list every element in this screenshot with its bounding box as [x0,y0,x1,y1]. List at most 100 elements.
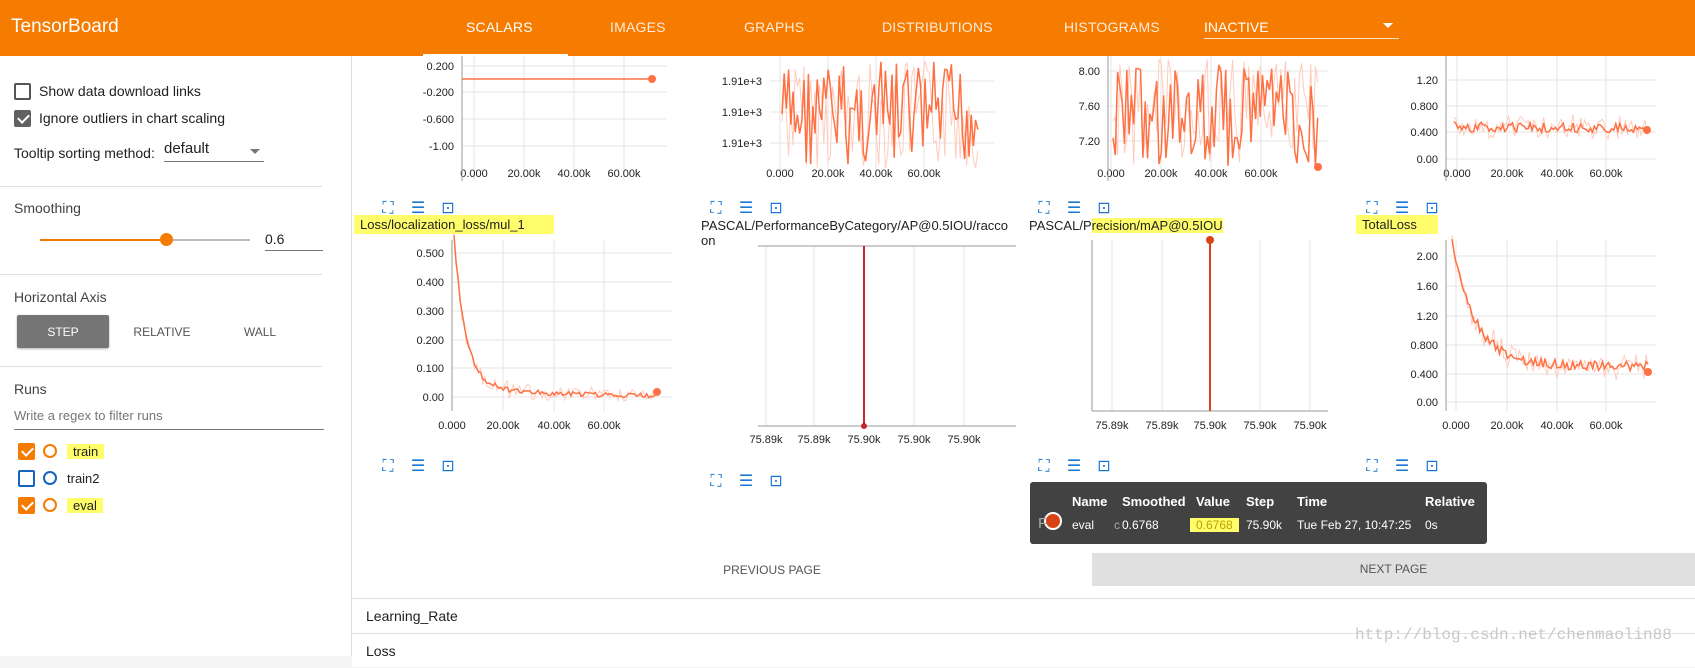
x-tick-label: 75.90k [1243,420,1277,432]
list-icon[interactable]: ☰ [1064,458,1084,476]
previous-page-button[interactable]: PREVIOUS PAGE [652,553,892,588]
x-tick-label: 60.00k [1244,168,1278,180]
scalar-chart[interactable]: 1.20 0.800 0.400 0.00 0.000 20.00k 40.00k 60.00… [1356,56,1656,196]
x-tick-label: 20.00k [486,420,520,432]
y-tick-label: 0.400 [1410,369,1438,381]
scalar-chart[interactable]: 0.200 -0.200 -0.600 -1.00 0.000 20.00k 40.00k 6… [372,56,672,196]
series-point [648,75,656,83]
x-tick-label: 60.00k [1589,420,1623,432]
pagination: PREVIOUS PAGE NEXT PAGE [352,553,1695,588]
chart-actions: ⛶ ☰ ⊡ [706,200,786,218]
fit-domain-icon[interactable]: ⊡ [1094,200,1114,218]
run-item-train2[interactable]: train2 [18,469,100,487]
list-icon[interactable]: ☰ [736,200,756,218]
fit-domain-icon[interactable]: ⊡ [1094,458,1114,476]
x-tick-label: 60.00k [907,168,941,180]
fullscreen-icon[interactable]: ⛶ [706,473,726,491]
chart-title: PASCAL/Precision/mAP@0.5IOU [1029,218,1349,233]
run-item-eval[interactable]: eval [18,496,103,514]
x-tick-label: 20.00k [1144,168,1178,180]
tooltip-time-value: Tue Feb 27, 10:47:25 [1297,518,1412,532]
fit-domain-icon[interactable]: ⊡ [1422,458,1442,476]
y-tick-label: 0.400 [1410,127,1438,139]
x-tick-label: 75.90k [947,434,981,446]
fullscreen-icon[interactable]: ⛶ [378,458,398,476]
fullscreen-icon[interactable]: ⛶ [706,200,726,218]
tab-scalars[interactable]: SCALARS [466,19,533,35]
runs-filter-input[interactable]: Write a regex to filter runs [14,408,324,430]
tooltip-header-smoothed: Smoothed [1122,494,1186,509]
tooltip-header-relative: Relative [1425,494,1475,509]
series-point [861,423,867,429]
ignore-outliers-option[interactable]: Ignore outliers in chart scaling [14,109,225,127]
show-download-links-checkbox[interactable] [14,82,31,100]
fullscreen-icon[interactable]: ⛶ [1034,200,1054,218]
x-tick-label: 60.00k [587,420,621,432]
tab-images[interactable]: IMAGES [610,19,666,35]
chart-actions: ⛶ ☰ ⊡ [706,473,786,491]
tooltip-underlay-text: F [1038,515,1048,532]
y-tick-label: 2.00 [1417,251,1438,263]
smoothing-slider-track[interactable] [40,239,250,241]
x-tick-label: 75.89k [797,434,831,446]
tooltip-sort-label: Tooltip sorting method: [14,145,155,161]
haxis-relative-button[interactable]: RELATIVE [116,315,208,348]
tab-histograms[interactable]: HISTOGRAMS [1064,19,1160,35]
haxis-step-button[interactable]: STEP [17,315,109,348]
fit-domain-icon[interactable]: ⊡ [766,473,786,491]
smoothing-value-input[interactable]: 0.6 [265,231,323,251]
scalar-chart[interactable]: 75.89k 75.89k 75.90k 75.90k 75.90k [1028,236,1328,436]
fit-domain-icon[interactable]: ⊡ [766,200,786,218]
y-tick-label: 0.200 [416,335,444,347]
run-train-checkbox[interactable] [18,442,35,460]
next-page-button[interactable]: NEXT PAGE [1092,553,1695,586]
divider [0,186,322,187]
tooltip-sort-select[interactable]: default [164,140,264,162]
scalar-chart[interactable]: 0.500 0.400 0.300 0.200 0.100 0.00 0.000 20.00k… [372,232,672,436]
fit-domain-icon[interactable]: ⊡ [438,458,458,476]
y-tick-label: -0.200 [423,87,454,99]
list-icon[interactable]: ☰ [1392,458,1412,476]
x-tick-label: 0.000 [438,420,466,432]
x-tick-label: 75.90k [897,434,931,446]
run-color-dot [43,471,57,485]
run-item-train[interactable]: train [18,442,105,460]
haxis-wall-button[interactable]: WALL [214,315,306,348]
fullscreen-icon[interactable]: ⛶ [1362,458,1382,476]
tab-graphs[interactable]: GRAPHS [744,19,804,35]
inactive-dashboards-select[interactable]: INACTIVE [1204,19,1399,39]
list-icon[interactable]: ☰ [1064,200,1084,218]
scalar-chart[interactable]: 1.91e+3 1.91e+3 1.91e+3 0.000 20.00k 40.00k 60… [700,56,1000,196]
y-tick-label: -0.600 [423,114,454,126]
x-tick-label: 0.000 [460,168,488,180]
run-train-label: train [67,443,105,459]
x-tick-label: 60.00k [1589,168,1623,180]
smoothing-slider-handle[interactable] [160,233,173,246]
y-tick-label: 7.20 [1079,136,1100,148]
chart-actions: ⛶ ☰ ⊡ [378,458,458,476]
series-point [1206,236,1214,244]
horizontal-axis-title: Horizontal Axis [14,289,107,305]
scalar-chart[interactable]: 75.89k 75.89k 75.90k 75.90k 75.90k [700,236,1016,451]
scalar-chart[interactable]: 8.00 7.60 7.20 0.000 20.00k 40.00k 60.00k [1028,56,1328,196]
list-icon[interactable]: ☰ [736,473,756,491]
tooltip-smoothed-value: 0.6768 [1122,518,1159,532]
tooltip-header-step: Step [1246,494,1275,509]
y-tick-label: 0.00 [1417,397,1438,409]
ignore-outliers-checkbox[interactable] [14,109,31,127]
run-train2-checkbox[interactable] [18,469,35,487]
tab-distributions[interactable]: DISTRIBUTIONS [882,19,993,35]
show-download-links-option[interactable]: Show data download links [14,82,201,100]
run-color-dot [43,498,57,512]
tooltip-sort-value: default [164,140,210,157]
list-icon[interactable]: ☰ [408,458,428,476]
scalar-chart[interactable]: 2.00 1.60 1.20 0.800 0.400 0.00 0.000 20.00k 40.… [1356,235,1656,436]
fullscreen-icon[interactable]: ⛶ [1034,458,1054,476]
run-eval-checkbox[interactable] [18,496,35,514]
chart-card-row1-3: 8.00 7.60 7.20 0.000 20.00k 40.00k 60.00k [1028,56,1328,201]
chart-card-row2-2: 75.89k 75.89k 75.90k 75.90k 75.90k [700,236,1016,456]
run-eval-label: eval [67,497,103,513]
series-line [453,235,658,399]
tooltip-run-name: eval [1072,518,1095,532]
x-tick-label: 75.90k [847,434,881,446]
